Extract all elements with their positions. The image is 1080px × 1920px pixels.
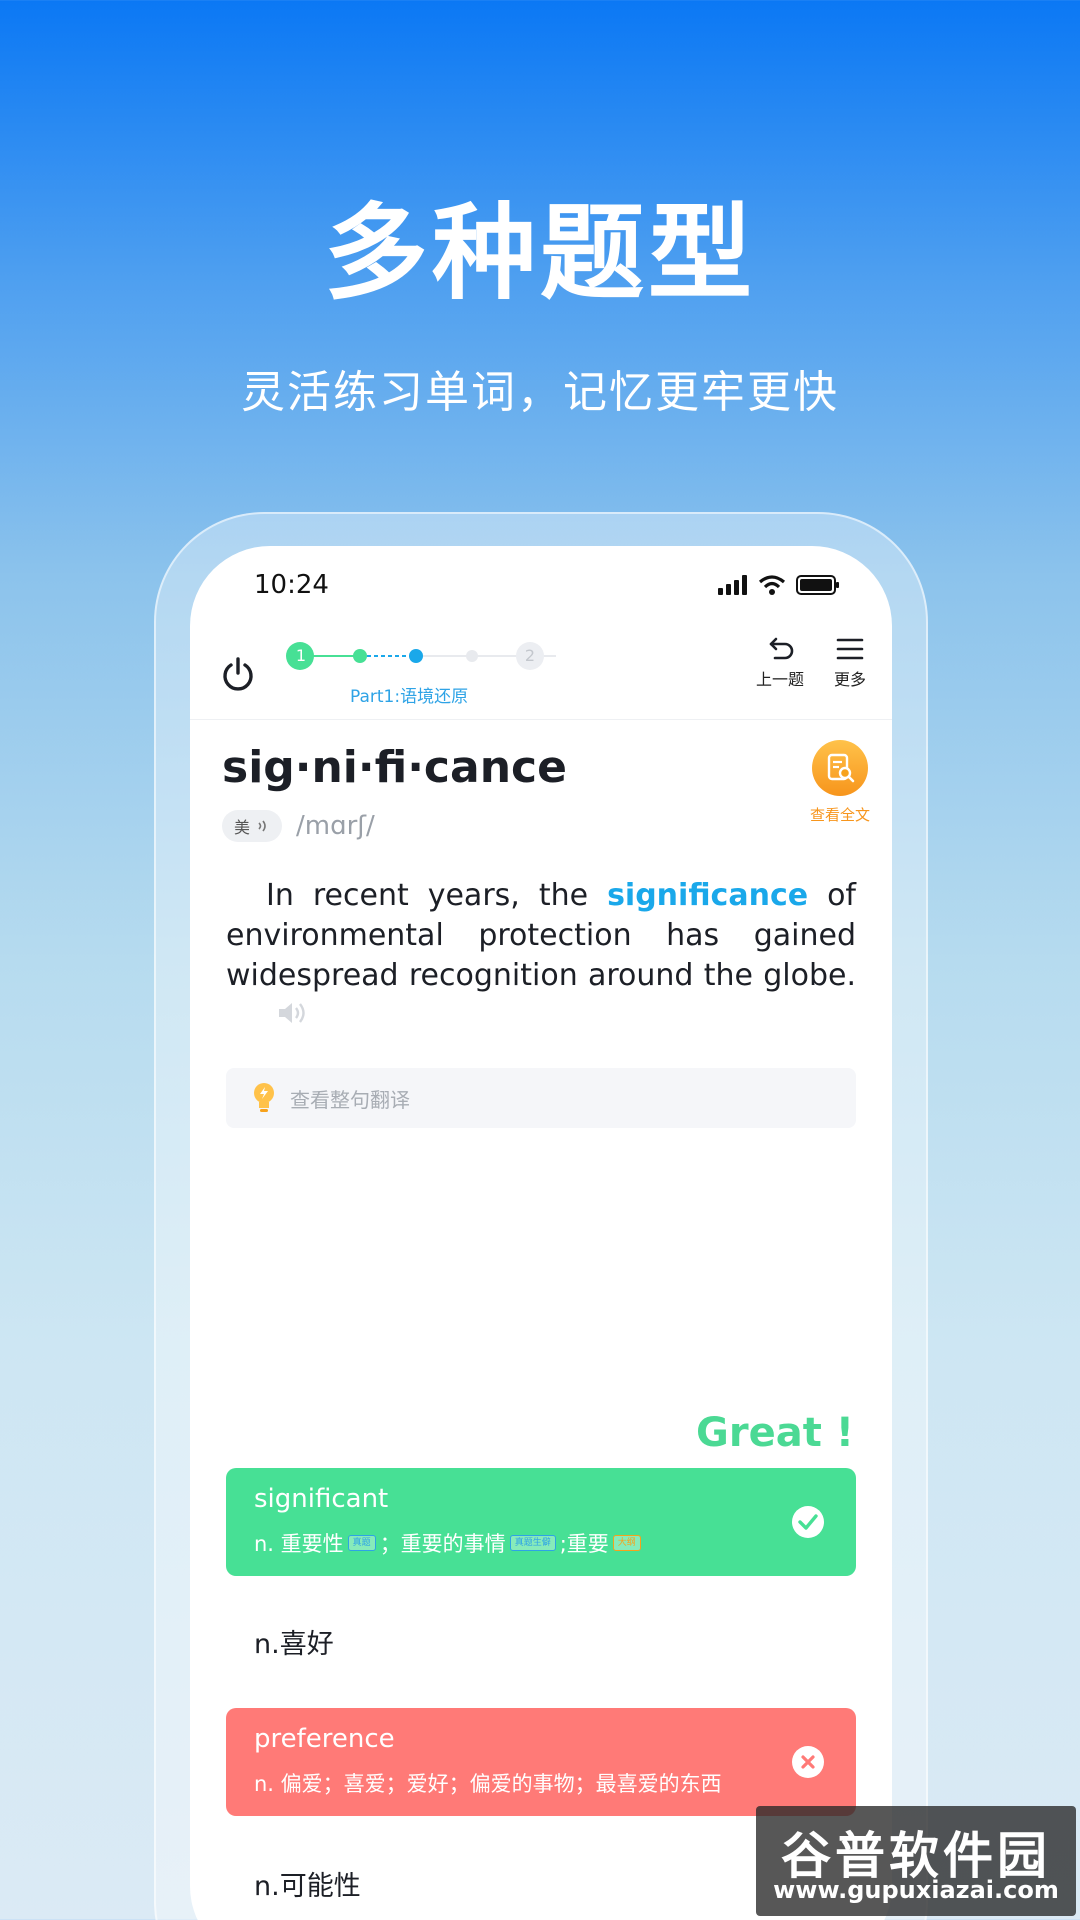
- example-sentence: In recent years, the significance of env…: [226, 876, 856, 1037]
- close-icon: [792, 1746, 824, 1778]
- view-translation-label: 查看整句翻译: [290, 1087, 410, 1112]
- status-icons: [718, 572, 840, 598]
- definition-part-2: ；重要的事情: [379, 1532, 506, 1556]
- check-icon: [792, 1506, 824, 1538]
- tag-syllabus: 大纲: [612, 1535, 641, 1551]
- document-search-icon: [812, 740, 868, 796]
- phone-screen: 10:24 1 2 Part1:语境还原 上一题 更多 sig·ni·fi·ca…: [190, 546, 892, 1920]
- us-pronunciation-button[interactable]: 美: [222, 810, 283, 842]
- great-feedback: Great !: [696, 1410, 854, 1456]
- option-correct-definition: n. 重要性 真题 ；重要的事情 真题生僻 ;重要 大纲: [254, 1528, 641, 1558]
- option-plain-1[interactable]: n.喜好: [254, 1622, 334, 1661]
- status-time: 10:24: [254, 570, 329, 600]
- sentence-speaker-icon[interactable]: [236, 997, 310, 1037]
- accent-label: 美: [234, 818, 251, 837]
- battery-icon: [796, 575, 839, 595]
- view-full-text-button[interactable]: 查看全文: [800, 740, 880, 825]
- phonetic-text: /mɑrʃ/: [296, 811, 375, 841]
- signal-icon: [718, 575, 747, 595]
- option-plain-2[interactable]: n.可能性: [254, 1864, 361, 1903]
- top-bar: 1 2 Part1:语境还原 上一题 更多: [190, 626, 892, 720]
- hero-subtitle: 灵活练习单词，记忆更牢更快: [241, 367, 839, 418]
- watermark-logo: 谷普软件园 www.gupuxiazai.com: [756, 1806, 1076, 1916]
- tag-real-exam: 真题: [347, 1535, 376, 1551]
- option-correct-word: significant: [254, 1484, 389, 1514]
- definition-part-3: ;重要: [559, 1532, 609, 1556]
- option-wrong[interactable]: preference n. 偏爱；喜爱；爱好；偏爱的事物；最喜爱的东西: [226, 1708, 856, 1816]
- lightbulb-icon: [254, 1083, 274, 1112]
- menu-icon: [836, 638, 864, 660]
- pronunciation-row: 美 /mɑrʃ/: [222, 810, 375, 842]
- word-title: sig·ni·fi·cance: [222, 742, 567, 793]
- option-wrong-word: preference: [254, 1724, 395, 1754]
- previous-question-button[interactable]: 上一题: [756, 636, 804, 690]
- option-wrong-definition: n. 偏爱；喜爱；爱好；偏爱的事物；最喜爱的东西: [254, 1772, 722, 1796]
- option-correct[interactable]: significant n. 重要性 真题 ；重要的事情 真题生僻 ;重要 大纲: [226, 1468, 856, 1576]
- part-label: Part1:语境还原: [350, 687, 469, 707]
- undo-icon: [769, 637, 794, 660]
- power-icon[interactable]: [220, 656, 256, 692]
- watermark-url-text: www.gupuxiazai.com: [773, 1876, 1059, 1904]
- definition-part-1: n. 重要性: [254, 1532, 344, 1556]
- sentence-highlight-word: significance: [607, 878, 809, 913]
- wifi-icon: [758, 575, 786, 595]
- view-translation-button[interactable]: 查看整句翻译: [226, 1068, 856, 1128]
- more-label: 更多: [834, 670, 867, 689]
- sound-wave-icon: [258, 820, 266, 832]
- hero-title: 多种题型: [323, 192, 756, 314]
- step-2-number: 2: [524, 646, 536, 665]
- previous-question-label: 上一题: [756, 670, 805, 689]
- status-bar: 10:24: [190, 546, 892, 626]
- tag-real-exam-rare: 真题生僻: [509, 1535, 556, 1551]
- more-button[interactable]: 更多: [834, 636, 866, 690]
- sentence-before: In recent years, the: [266, 878, 608, 913]
- view-full-text-label: 查看全文: [809, 806, 870, 824]
- step-1-number: 1: [295, 646, 307, 665]
